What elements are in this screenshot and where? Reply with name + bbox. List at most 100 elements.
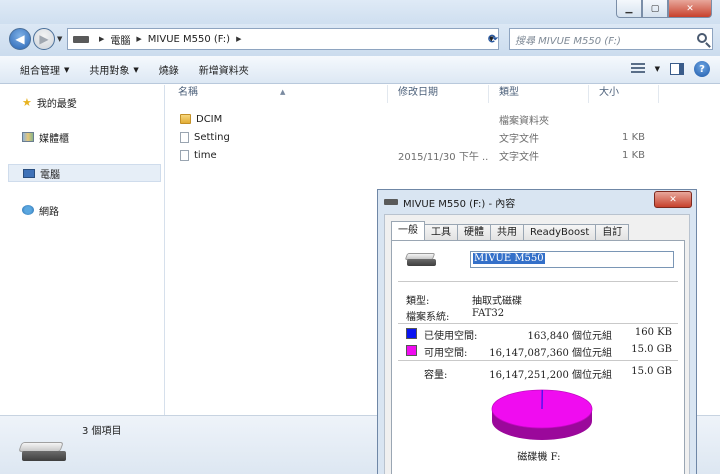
file-type: 文字文件 [499,133,539,145]
column-header-label: 大小 [599,87,619,98]
chevron-right-icon[interactable]: ▶ [99,35,104,43]
recent-pages-dropdown[interactable]: ▼ [57,35,62,43]
drive-icon [384,199,398,205]
used-space-label: 已使用空間: [424,331,478,342]
column-header-label: 修改日期 [398,87,438,98]
file-modified: 2015/11/30 下午 ... [398,151,489,163]
document-icon [180,149,189,161]
file-name: time [194,149,217,161]
search-input[interactable]: 搜尋 MIVUE M550 (F:) [509,28,713,50]
sidebar-item-label: 媒體櫃 [39,133,69,145]
sidebar-item-network[interactable]: 網路 [8,201,161,219]
window-title-bar: ▁ ▢ ✕ [0,0,720,24]
column-header-name[interactable]: 名稱 ▲ [168,85,388,103]
organize-button[interactable]: 組合管理 ▼ [10,62,79,78]
column-header-label: 類型 [499,87,519,98]
tab-customize[interactable]: 自訂 [595,224,630,240]
list-item[interactable]: time 2015/11/30 下午 ... 文字文件 1 KB [168,146,668,164]
forward-button[interactable]: ▶ [33,28,55,50]
divider [398,323,678,324]
used-space-swatch [406,328,417,339]
drive-icon [18,442,66,464]
drive-icon [73,35,89,43]
dialog-title: MIVUE M550 (F:) - 內容 [403,198,516,210]
search-placeholder: 搜尋 MIVUE M550 (F:) [515,35,621,47]
disk-usage-pie [488,387,596,457]
sidebar-item-libraries[interactable]: 媒體櫃 [8,128,161,146]
tab-sharing[interactable]: 共用 [490,224,524,240]
search-icon[interactable] [697,33,707,43]
dialog-close-button[interactable]: ✕ [654,191,692,208]
file-system-value: FAT32 [472,308,505,319]
file-name: DCIM [196,113,223,125]
file-size: 1 KB [622,131,645,143]
network-icon [22,205,34,215]
preview-pane-icon[interactable] [670,63,684,75]
sidebar-item-label: 網路 [39,206,59,218]
chevron-right-icon[interactable]: ▶ [236,35,241,43]
column-header-type[interactable]: 類型 [489,85,589,103]
sort-ascending-icon: ▲ [280,88,286,96]
sidebar-item-label: 電腦 [40,169,60,181]
capacity-bytes: 16,147,251,200 個位元組 [489,370,612,381]
file-name: Setting [194,131,230,143]
drive-icon [404,253,436,267]
star-icon: ★ [22,95,32,109]
free-space-swatch [406,345,417,356]
new-folder-button[interactable]: 新增資料夾 [189,62,259,77]
sidebar-item-label: 我的最愛 [36,98,77,110]
used-space-bytes: 163,840 個位元組 [527,331,612,342]
volume-label-value: MIVUE M550 [473,253,545,264]
column-header-size[interactable]: 大小 [589,85,659,103]
document-icon [180,131,189,143]
free-space-label: 可用空間: [424,348,468,359]
change-view-icon[interactable] [630,63,645,75]
column-header-modified[interactable]: 修改日期 [388,85,489,103]
burn-button[interactable]: 燒錄 [149,62,189,77]
sidebar-item-favorites[interactable]: ★ 我的最愛 [8,93,161,111]
tab-tools[interactable]: 工具 [424,224,458,240]
navigation-pane: ★ 我的最愛 媒體櫃 電腦 網路 [0,85,165,415]
item-count: 3 個項目 [82,426,122,437]
file-name-cell: DCIM [168,114,388,125]
pie-caption: 磁碟機 F: [517,452,561,463]
organize-label: 組合管理 [20,66,60,77]
dialog-title-bar[interactable]: MIVUE M550 (F:) - 內容 ✕ [378,190,696,214]
type-value: 抽取式磁碟 [472,296,522,307]
share-with-button[interactable]: 共用對象 ▼ [79,62,148,78]
close-button[interactable]: ✕ [668,0,712,18]
tab-hardware[interactable]: 硬體 [457,224,491,240]
burn-label: 燒錄 [158,66,179,77]
volume-label-input[interactable]: MIVUE M550 [470,251,674,268]
type-label: 類型: [406,296,430,307]
breadcrumb-drive[interactable]: MIVUE M550 (F:) [148,34,230,45]
minimize-button[interactable]: ▁ [616,0,642,18]
library-icon [22,132,34,142]
breadcrumb-computer[interactable]: 電腦 [110,32,130,47]
tab-general[interactable]: 一般 [391,221,425,240]
chevron-down-icon[interactable]: ▼ [655,65,660,73]
caption-buttons: ▁ ▢ ✕ [616,0,712,18]
chevron-down-icon: ▼ [133,65,139,74]
refresh-button[interactable]: ⟳ [483,28,503,50]
chevron-right-icon[interactable]: ▶ [136,35,141,43]
list-item[interactable]: DCIM 檔案資料夾 [168,110,668,128]
share-label: 共用對象 [89,66,130,77]
file-type: 文字文件 [499,151,539,163]
divider [398,360,678,361]
sidebar-item-computer[interactable]: 電腦 [8,164,161,182]
tab-readyboost[interactable]: ReadyBoost [523,224,597,240]
general-tab-panel: MIVUE M550 類型: 抽取式磁碟 檔案系統: FAT32 已使用空間: … [391,240,685,474]
file-name-cell: Setting [168,131,388,143]
capacity-label: 容量: [424,370,448,381]
maximize-button[interactable]: ▢ [642,0,668,18]
address-bar[interactable]: ▶ 電腦 ▶ MIVUE M550 (F:) ▶ ▼ [67,28,499,50]
dialog-body: 一般 工具 硬體 共用 ReadyBoost 自訂 MIVUE M550 類型:… [384,214,690,474]
list-item[interactable]: Setting 文字文件 1 KB [168,128,668,146]
used-space-size: 160 KB [634,327,672,338]
help-icon[interactable]: ? [694,61,710,77]
new-folder-label: 新增資料夾 [198,66,249,77]
back-button[interactable]: ◀ [9,28,31,50]
free-space-size: 15.0 GB [631,344,672,355]
file-name-cell: time [168,149,388,161]
